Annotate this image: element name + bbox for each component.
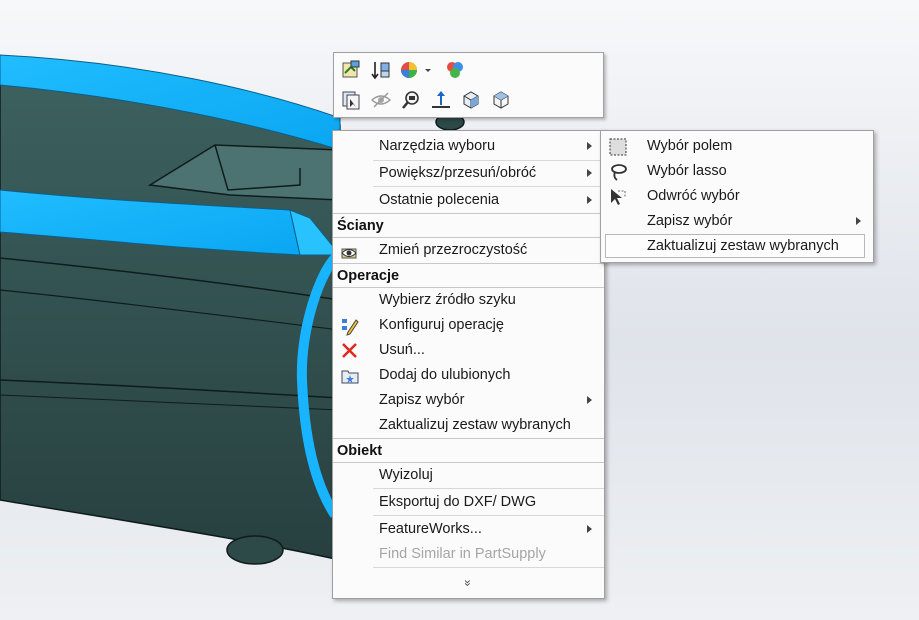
submenu-arrow-icon	[587, 396, 592, 404]
menu-item-recent-commands[interactable]: Ostatnie polecenia	[333, 188, 604, 213]
menu-item-select-pattern-source[interactable]: Wybierz źródło szyku	[333, 288, 604, 313]
view-orientation-icon[interactable]	[460, 89, 482, 111]
menu-item-add-to-favorites[interactable]: Dodaj do ulubionych	[333, 363, 604, 388]
menu-item-export-dxf-dwg[interactable]: Eksportuj do DXF/ DWG	[333, 490, 604, 515]
favorites-icon	[340, 366, 360, 386]
section-header-faces: Ściany	[337, 218, 384, 234]
menu-item-selection-tools[interactable]: Narzędzia wyboru	[333, 134, 604, 159]
submenu-arrow-icon	[587, 142, 592, 150]
submenu-item-update-selection-set[interactable]: Zaktualizuj zestaw wybranych	[601, 234, 873, 259]
submenu-arrow-icon	[587, 169, 592, 177]
section-header-operations: Operacje	[337, 268, 400, 284]
submenu-item-box-select[interactable]: Wybór polem	[601, 134, 873, 159]
menu-item-featureworks[interactable]: FeatureWorks...	[333, 517, 604, 542]
submenu-arrow-icon	[856, 217, 861, 225]
menu-item-change-transparency[interactable]: Zmień przezroczystość	[333, 238, 604, 263]
isometric-view-icon[interactable]	[490, 89, 512, 111]
configure-feature-icon	[340, 316, 360, 336]
selection-tools-submenu: Wybór polem Wybór lasso Odwróć wybór Zap…	[600, 130, 874, 263]
zoom-to-selection-icon[interactable]	[400, 89, 422, 111]
normal-to-icon[interactable]	[430, 89, 452, 111]
hide-icon[interactable]	[370, 89, 392, 111]
display-states-icon[interactable]	[444, 59, 466, 81]
menu-item-configure-feature[interactable]: Konfiguruj operację	[333, 313, 604, 338]
submenu-item-invert-selection[interactable]: Odwróć wybór	[601, 184, 873, 209]
submenu-arrow-icon	[587, 525, 592, 533]
menu-item-delete[interactable]: Usuń...	[333, 338, 604, 363]
edit-sketch-icon[interactable]	[340, 59, 362, 81]
lasso-select-icon	[608, 162, 628, 182]
box-select-icon	[608, 137, 628, 157]
menu-item-save-selection[interactable]: Zapisz wybór	[333, 388, 604, 413]
submenu-arrow-icon	[587, 196, 592, 204]
appearance-icon[interactable]	[398, 59, 420, 81]
delete-icon	[340, 341, 360, 361]
transparency-icon	[340, 241, 360, 261]
dropdown-arrow-icon[interactable]	[424, 63, 432, 85]
submenu-item-save-selection[interactable]: Zapisz wybór	[601, 209, 873, 234]
sort-parts-icon[interactable]	[370, 59, 392, 81]
select-other-icon[interactable]	[340, 89, 362, 111]
menu-item-update-selection-set[interactable]: Zaktualizuj zestaw wybranych	[333, 413, 604, 438]
menu-item-find-similar-partsupply: Find Similar in PartSupply	[379, 546, 546, 562]
submenu-item-lasso-select[interactable]: Wybór lasso	[601, 159, 873, 184]
context-menu: Narzędzia wyboru Powiększ/przesuń/obróć …	[332, 130, 605, 599]
invert-selection-icon	[608, 187, 628, 207]
context-toolbar	[333, 52, 604, 118]
expand-menu-chevron-icon[interactable]: »	[461, 576, 475, 590]
menu-item-zoom-pan-rotate[interactable]: Powiększ/przesuń/obróć	[333, 161, 604, 186]
menu-item-isolate[interactable]: Wyizoluj	[333, 463, 604, 488]
section-header-object: Obiekt	[337, 443, 383, 459]
